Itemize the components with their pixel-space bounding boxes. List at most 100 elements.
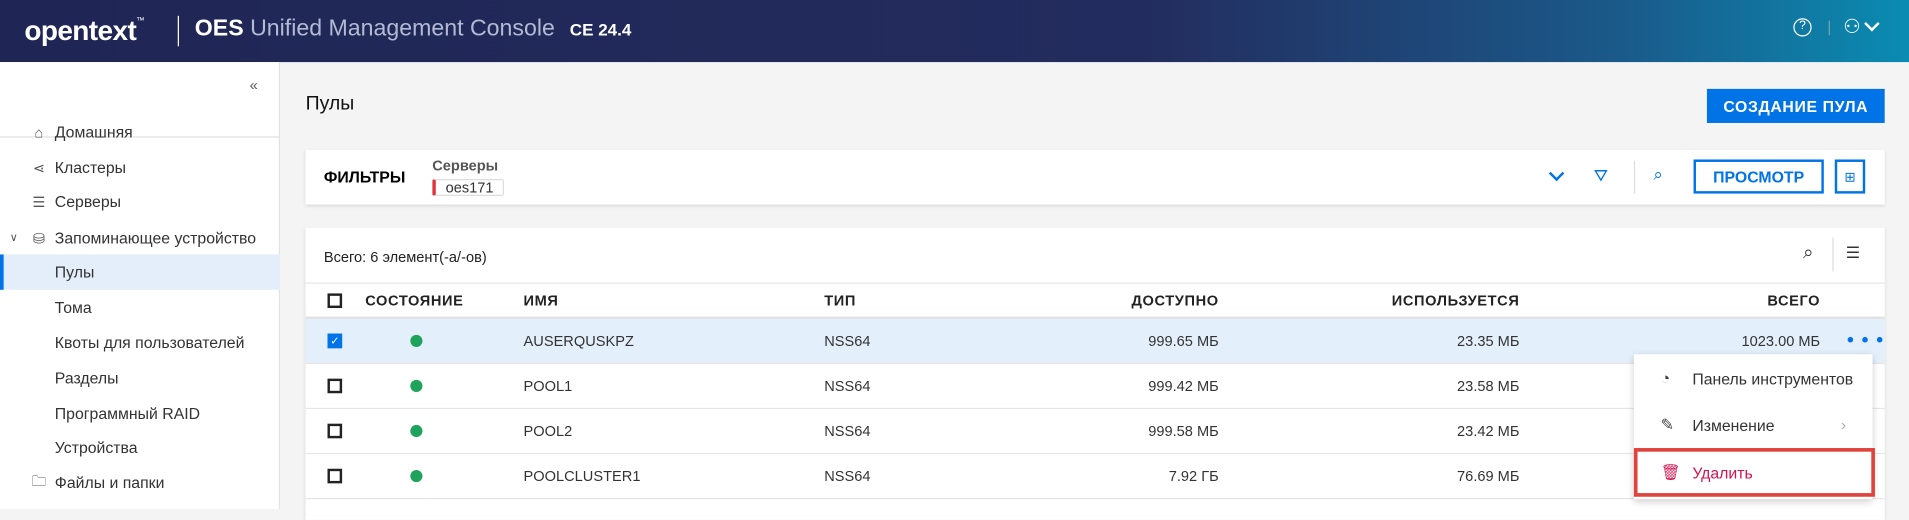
column-header-used[interactable]: ИСПОЛЬЗУЕТСЯ: [1392, 292, 1520, 309]
sidebar-item-pools[interactable]: Пулы: [0, 254, 281, 290]
total-count: Всего: 6 элемент(-а/-ов): [323, 248, 487, 266]
sidebar-item-label: Программный RAID: [54, 404, 201, 423]
app-header: opentext™ OES Unified Management Console…: [0, 0, 1909, 63]
column-settings-icon[interactable]: ☰: [1846, 244, 1860, 263]
chevron-down-icon: ∨: [9, 231, 18, 244]
table-toolbar-divider: [1832, 237, 1834, 272]
header-divider: [177, 15, 179, 47]
header-divider-right: [1828, 20, 1830, 36]
sidebar-item-label: Домашняя: [54, 122, 133, 142]
sidebar: « ⌂ Домашняя ⋖ Кластеры ☰ Серверы ∨ ⛁ Запомин…: [0, 62, 281, 509]
pool-type: NSS64: [824, 332, 871, 350]
collapse-sidebar-button[interactable]: «: [250, 77, 258, 94]
page-title: Пулы: [305, 93, 355, 115]
pool-available: 999.42 МБ: [1148, 377, 1219, 395]
pool-used: 76.69 МБ: [1457, 467, 1520, 485]
help-icon[interactable]: ?: [1793, 18, 1812, 37]
pool-used: 23.35 МБ: [1457, 332, 1520, 350]
row-checkbox[interactable]: ✓: [327, 333, 343, 349]
column-header-total[interactable]: ВСЕГО: [1767, 292, 1820, 309]
clear-filter-icon[interactable]: ⛛: [1594, 166, 1608, 187]
sidebar-item-label: Серверы: [54, 192, 122, 211]
status-ok-indicator: [410, 424, 423, 438]
sidebar-item-partitions[interactable]: Разделы: [0, 360, 280, 395]
create-pool-button[interactable]: СОЗДАНИЕ ПУЛА: [1706, 88, 1885, 123]
sidebar-item-clusters[interactable]: ⋖ Кластеры: [0, 150, 280, 185]
expand-filters-chevron-icon[interactable]: [1548, 165, 1565, 182]
sidebar-item-user-quotas[interactable]: Квоты для пользователей: [0, 325, 280, 360]
sidebar-item-label: Квоты для пользователей: [54, 333, 245, 352]
opentext-logo: opentext™: [24, 15, 144, 48]
pool-type: NSS64: [824, 422, 871, 440]
home-icon: ⌂: [34, 123, 44, 141]
status-ok-indicator: [410, 334, 423, 347]
sidebar-item-label: Тома: [54, 298, 92, 317]
table-search-icon[interactable]: ⌕: [1803, 242, 1813, 263]
view-button[interactable]: ПРОСМОТР: [1693, 159, 1824, 194]
pool-name[interactable]: POOL1: [524, 377, 573, 394]
chevron-right-icon: ›: [1840, 415, 1847, 434]
servers-filter-label: Серверы: [432, 157, 499, 175]
dashboard-icon: ◔: [1660, 368, 1671, 388]
column-header-status[interactable]: СОСТОЯНИЕ: [365, 292, 463, 309]
pool-name[interactable]: POOL2: [524, 422, 573, 439]
pool-used: 23.42 МБ: [1457, 422, 1520, 440]
sidebar-item-software-raid[interactable]: Программный RAID: [0, 396, 280, 431]
database-icon: ⛁: [32, 229, 46, 247]
menu-item-label: Изменение: [1692, 416, 1775, 435]
sidebar-item-servers[interactable]: ☰ Серверы: [0, 184, 280, 219]
filters-title: ФИЛЬТРЫ: [323, 168, 406, 187]
pool-type: NSS64: [824, 467, 871, 485]
logo-text: opentext: [24, 14, 137, 47]
pool-available: 999.58 МБ: [1148, 422, 1219, 440]
tree-view-icon[interactable]: ⊞: [1834, 159, 1866, 194]
sidebar-item-label: Устройства: [54, 438, 138, 457]
menu-item-label: Панель инструментов: [1692, 370, 1854, 389]
user-icon[interactable]: ⚇: [1843, 15, 1860, 39]
server-icon: ☰: [32, 192, 46, 211]
folder-icon: 🗀: [31, 472, 47, 490]
column-header-available[interactable]: ДОСТУПНО: [1131, 292, 1218, 309]
sidebar-item-storage[interactable]: ∨ ⛁ Запоминающее устройство: [0, 220, 280, 255]
share-icon: ⋖: [32, 158, 46, 176]
sidebar-item-devices[interactable]: Устройства: [0, 430, 280, 465]
sidebar-item-label: Разделы: [54, 368, 119, 388]
column-header-type[interactable]: ТИП: [824, 292, 856, 309]
pool-used: 23.58 МБ: [1457, 377, 1520, 395]
menu-item-edit[interactable]: ✎ Изменение ›: [1634, 402, 1873, 448]
sidebar-item-label: Кластеры: [54, 158, 127, 177]
row-actions-menu-icon[interactable]: • • •: [1847, 330, 1884, 352]
status-ok-indicator: [410, 379, 423, 393]
highlight-box: [1633, 448, 1875, 497]
server-filter-chip[interactable]: oes171: [432, 178, 505, 197]
filter-divider: [1633, 160, 1636, 194]
row-checkbox[interactable]: [327, 378, 343, 394]
sidebar-item-home[interactable]: ⌂ Домашняя: [0, 114, 280, 149]
pool-type: NSS64: [824, 377, 871, 395]
pool-name[interactable]: POOLCLUSTER1: [524, 468, 641, 485]
sidebar-item-label: Файлы и папки: [54, 473, 165, 492]
pool-available: 7.92 ГБ: [1168, 467, 1219, 485]
sidebar-item-label: Запоминающее устройство: [54, 228, 257, 248]
row-checkbox[interactable]: [327, 423, 343, 439]
sidebar-item-volumes[interactable]: Тома: [0, 290, 280, 325]
version-label: CE 24.4: [569, 19, 632, 39]
search-icon[interactable]: ⌕: [1653, 164, 1663, 185]
pool-available: 999.65 МБ: [1148, 332, 1219, 350]
pool-total: 1023.00 МБ: [1741, 332, 1821, 350]
table-header: СОСТОЯНИЕ ИМЯ ТИП ДОСТУПНО ИСПОЛЬЗУЕТСЯ …: [305, 282, 1885, 319]
product-name: OES: [194, 15, 244, 42]
logo-tm: ™: [136, 17, 145, 26]
filters-bar: ФИЛЬТРЫ Серверы oes171 ⛛ ⌕ ПРОСМОТР ⊞: [305, 149, 1885, 205]
menu-item-dashboard[interactable]: ◔ Панель инструментов: [1634, 356, 1873, 402]
column-header-name[interactable]: ИМЯ: [524, 292, 559, 309]
select-all-checkbox[interactable]: [327, 292, 343, 308]
app-title: OES Unified Management Console: [195, 16, 555, 43]
pool-name[interactable]: AUSERQUSKPZ: [524, 332, 634, 349]
row-checkbox[interactable]: [327, 468, 343, 484]
sidebar-item-files-folders[interactable]: 🗀 Файлы и папки: [0, 465, 280, 500]
status-ok-indicator: [410, 469, 423, 483]
user-menu-chevron-icon[interactable]: [1864, 15, 1880, 32]
sidebar-item-label: Пулы: [54, 262, 95, 282]
product-title: Unified Management Console: [250, 15, 555, 42]
